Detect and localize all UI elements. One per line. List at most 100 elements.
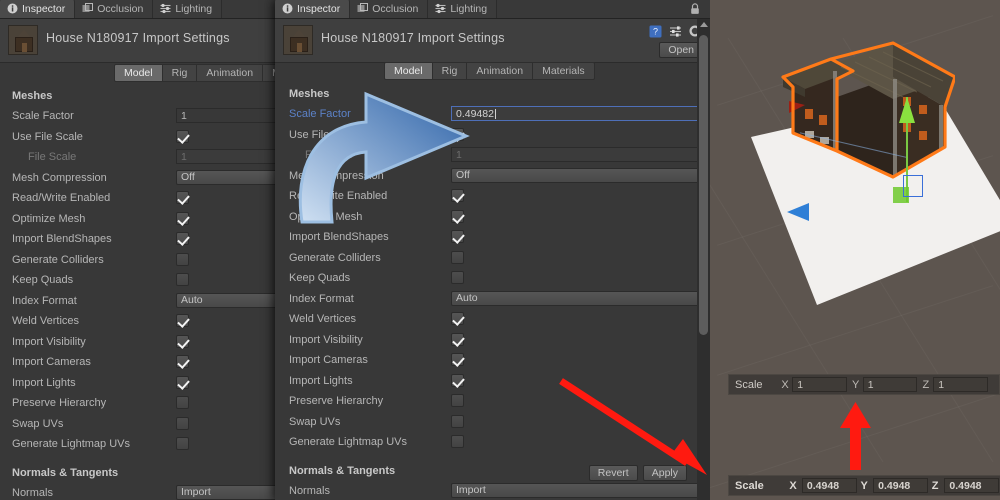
dropdown-mesh-compression[interactable]: Off↕ [176,170,288,185]
checkbox-use-file-scale[interactable] [176,130,189,143]
property-label-preserve-hierarchy: Preserve Hierarchy [12,397,106,409]
center-tab-lighting-label: Lighting [450,3,487,15]
scale-bottom-axis-y: Y [861,480,874,492]
dropdown-normals[interactable]: Import↕ [176,485,288,500]
left-tab-model[interactable]: Model [114,64,163,82]
checkbox-import-cameras[interactable] [176,355,189,368]
checkbox-import-cameras[interactable] [451,353,464,366]
preset-icon[interactable] [669,25,682,38]
section-normals-tangents: Normals & Tangents [289,465,395,477]
selected-house-model[interactable] [775,35,955,180]
checkbox-generate-lightmap-uvs[interactable] [176,437,189,450]
tab-model[interactable]: Model [384,62,433,80]
field-file-scale[interactable]: 1 [451,147,707,162]
scale-row-result: Scale X 0.4948 Y 0.4948 Z 0.4948 [728,475,1000,496]
dropdown-normals[interactable]: Import↕ [451,483,707,498]
scrollbar-thumb[interactable] [699,35,708,335]
gizmo-plane-handle[interactable] [903,175,923,197]
property-label-keep-quads: Keep Quads [12,274,73,286]
checkbox-import-lights[interactable] [176,376,189,389]
left-tab-animation[interactable]: Animation [197,64,263,82]
checkbox-import-lights[interactable] [451,374,464,387]
center-tab-lighting[interactable]: Lighting [428,0,497,18]
checkbox-optimize-mesh[interactable] [176,212,189,225]
scale-bottom-value-y[interactable]: 0.4948 [873,478,928,493]
field-scale-factor[interactable]: 1 [176,108,288,123]
checkbox-use-file-scale[interactable] [451,128,464,141]
checkbox-generate-colliders[interactable] [176,253,189,266]
scale-top-value-x[interactable]: 1 [792,377,847,392]
scale-top-axis-x: X [781,379,792,391]
left-asset-header: House N180917 Import Settings [0,19,290,63]
checkbox-weld-vertices[interactable] [176,314,189,327]
property-label-import-blendshapes: Import BlendShapes [289,231,389,243]
property-label-normals: Normals [289,485,330,497]
checkbox-generate-colliders[interactable] [451,251,464,264]
property-label-read-write-enabled: Read/Write Enabled [289,190,387,202]
scale-top-value-y[interactable]: 1 [863,377,918,392]
lock-icon[interactable] [690,3,700,15]
revert-button[interactable]: Revert [589,465,638,481]
property-label-weld-vertices: Weld Vertices [289,313,356,325]
checkbox-swap-uvs[interactable] [176,417,189,430]
scale-bottom-axis-z: Z [932,480,945,492]
dropdown-mesh-compression[interactable]: Off↕ [451,168,707,183]
checkbox-read-write-enabled[interactable] [451,189,464,202]
checkbox-preserve-hierarchy[interactable] [451,394,464,407]
scene-view[interactable]: Scale X 1 Y 1 Z 1 Scale X 0.4948 Y 0.494… [710,0,1000,500]
scale-row-original: Scale X 1 Y 1 Z 1 [728,374,1000,395]
property-label-generate-lightmap-uvs: Generate Lightmap UVs [12,438,130,450]
property-label-import-cameras: Import Cameras [12,356,91,368]
gizmo-x-handle-icon[interactable] [787,203,809,221]
center-panel-scrollbar[interactable] [697,19,710,500]
property-label-import-blendshapes: Import BlendShapes [12,233,112,245]
property-label-import-visibility: Import Visibility [289,334,363,346]
left-tab-rig[interactable]: Rig [163,64,198,82]
center-tab-inspector-label: Inspector [297,3,340,15]
center-tab-occlusion[interactable]: Occlusion [350,0,428,18]
tab-animation[interactable]: Animation [467,62,533,80]
checkbox-optimize-mesh[interactable] [451,210,464,223]
scroll-up-arrow-icon[interactable] [700,22,708,27]
checkbox-swap-uvs[interactable] [451,415,464,428]
checkbox-weld-vertices[interactable] [451,312,464,325]
dropdown-index-format[interactable]: Auto↕ [176,293,288,308]
tab-rig[interactable]: Rig [433,62,468,80]
checkbox-import-blendshapes[interactable] [176,232,189,245]
scale-top-label: Scale [735,379,781,391]
scale-bottom-value-x[interactable]: 0.4948 [802,478,857,493]
checkbox-import-blendshapes[interactable] [451,230,464,243]
input-scale-factor[interactable]: 0.49482 [451,106,707,121]
property-label-generate-lightmap-uvs: Generate Lightmap UVs [289,436,407,448]
checkbox-keep-quads[interactable] [176,273,189,286]
help-icon[interactable]: ? [649,25,662,38]
scale-bottom-value-z[interactable]: 0.4948 [944,478,999,493]
property-label-file-scale: File Scale [289,149,353,161]
text-cursor [495,109,496,119]
lighting-icon [435,3,446,14]
scale-top-axis-z: Z [922,379,933,391]
property-label-import-cameras: Import Cameras [289,354,368,366]
left-tab-lighting-label: Lighting [175,3,212,15]
left-tab-occlusion[interactable]: Occlusion [75,0,153,18]
left-tab-inspector[interactable]: Inspector [0,0,75,18]
checkbox-read-write-enabled[interactable] [176,191,189,204]
checkbox-generate-lightmap-uvs[interactable] [451,435,464,448]
checkbox-import-visibility[interactable] [176,335,189,348]
tab-materials[interactable]: Materials [533,62,595,80]
field-file-scale[interactable]: 1 [176,149,288,164]
dropdown-index-format[interactable]: Auto↕ [451,291,707,306]
property-label-weld-vertices: Weld Vertices [12,315,79,327]
property-label-import-lights: Import Lights [289,375,353,387]
gizmo-y-handle-icon[interactable] [899,97,915,123]
checkbox-preserve-hierarchy[interactable] [176,396,189,409]
left-panel-tabs: Model Rig Animation Materials [114,64,282,82]
checkbox-keep-quads[interactable] [451,271,464,284]
center-tab-inspector[interactable]: Inspector [275,0,350,18]
checkbox-import-visibility[interactable] [451,333,464,346]
left-tab-lighting[interactable]: Lighting [153,0,222,18]
property-label-import-lights: Import Lights [12,377,76,389]
apply-button[interactable]: Apply [643,465,687,481]
lighting-icon [160,3,171,14]
scale-top-value-z[interactable]: 1 [933,377,988,392]
